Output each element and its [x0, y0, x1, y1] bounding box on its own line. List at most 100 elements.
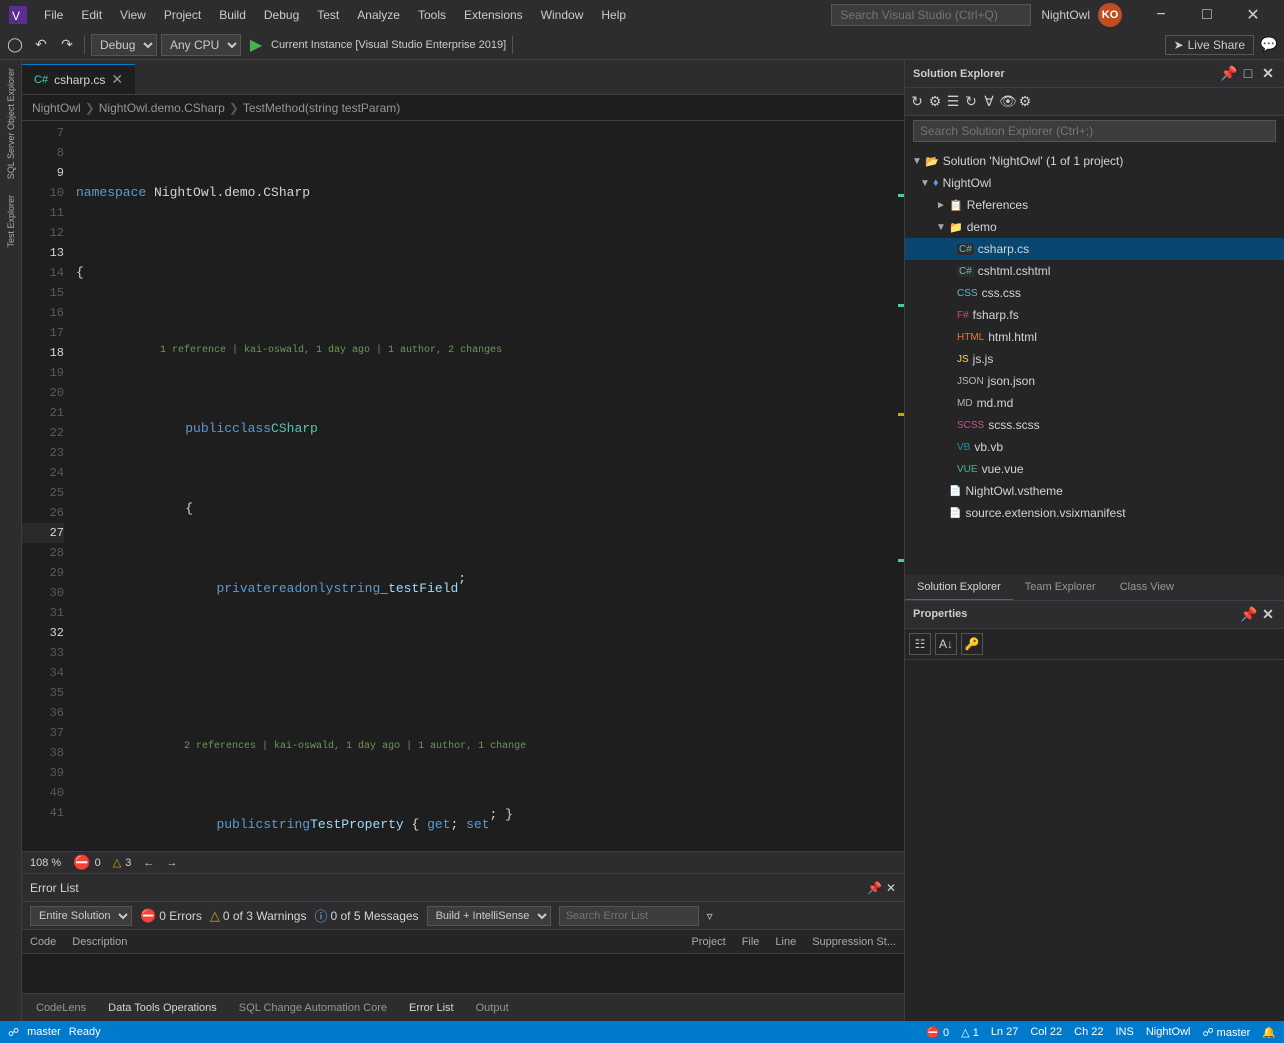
menu-debug[interactable]: Debug	[256, 6, 307, 24]
tab-csharp-cs[interactable]: C# csharp.cs ✕	[22, 64, 135, 94]
props-close-icon[interactable]: ✕	[1260, 606, 1276, 623]
app-name: NightOwl	[1146, 1026, 1191, 1038]
tab-solution-explorer[interactable]: Solution Explorer	[905, 575, 1013, 600]
tree-vsixmanifest[interactable]: 📄 source.extension.vsixmanifest	[905, 502, 1284, 524]
nav-back-icon[interactable]: ←	[143, 857, 154, 869]
warnings-badge[interactable]: △ 0 of 3 Warnings	[210, 908, 307, 924]
tree-html[interactable]: HTML html.html	[905, 326, 1284, 348]
props-categorized-btn[interactable]: ☷	[909, 633, 931, 655]
expand-icon[interactable]: □	[1240, 65, 1256, 82]
test-explorer-tab[interactable]: Test Explorer	[4, 187, 18, 256]
demo-label: demo	[967, 220, 997, 234]
tree-js[interactable]: JS js.js	[905, 348, 1284, 370]
sol-refresh-icon[interactable]: ↻	[963, 93, 979, 110]
warning-status-icon: △ 1	[961, 1026, 979, 1039]
menu-project[interactable]: Project	[156, 6, 209, 24]
menu-test[interactable]: Test	[309, 6, 347, 24]
error-search-input[interactable]	[559, 906, 699, 926]
run-button[interactable]: ▶	[245, 34, 267, 56]
tab-error-list[interactable]: Error List	[399, 998, 464, 1018]
menu-tools[interactable]: Tools	[410, 6, 454, 24]
errors-icon: ⛔	[140, 908, 156, 924]
pin-icon[interactable]: 📌	[867, 881, 882, 895]
live-share-button[interactable]: ➤ Live Share	[1165, 35, 1254, 55]
tree-vstheme[interactable]: 📄 NightOwl.vstheme	[905, 480, 1284, 502]
tree-csharp-cs[interactable]: C# csharp.cs	[905, 238, 1284, 260]
nav-forward-icon[interactable]: →	[166, 857, 177, 869]
props-header-icons: 📌 ✕	[1240, 606, 1276, 623]
tree-md[interactable]: MD md.md	[905, 392, 1284, 414]
redo-button[interactable]: ↷	[56, 34, 78, 56]
tab-sql-change[interactable]: SQL Change Automation Core	[229, 998, 397, 1018]
sol-filter-icon[interactable]: ☰	[945, 93, 961, 110]
editor-scrollbar[interactable]	[890, 121, 904, 851]
menu-analyze[interactable]: Analyze	[349, 6, 408, 24]
menu-help[interactable]: Help	[593, 6, 634, 24]
menu-view[interactable]: View	[112, 6, 154, 24]
menu-build[interactable]: Build	[211, 6, 254, 24]
undo-button[interactable]: ↶	[30, 34, 52, 56]
sol-sync-icon[interactable]: ↻	[909, 93, 925, 110]
tree-vb[interactable]: VB vb.vb	[905, 436, 1284, 458]
sol-props-icon[interactable]: ⚙	[927, 93, 943, 110]
filter-icon[interactable]: ▿	[707, 909, 713, 923]
menu-extensions[interactable]: Extensions	[456, 6, 531, 24]
restore-button[interactable]: □	[1184, 0, 1230, 30]
messages-icon: ⓘ	[314, 906, 327, 925]
tree-references[interactable]: ► 📋 References	[905, 194, 1284, 216]
props-pin-icon[interactable]: 📌	[1240, 606, 1256, 623]
tab-close-button[interactable]: ✕	[111, 71, 123, 88]
tab-codelens[interactable]: CodeLens	[26, 998, 96, 1018]
code-editor[interactable]: 7 8 9 10 11 12 13 14 15 16 17 18 19 20 2…	[22, 121, 904, 851]
errors-badge[interactable]: ⛔ 0 Errors	[140, 908, 202, 924]
properties-panel: Properties 📌 ✕ ☷ A↓ 🔑	[905, 601, 1284, 1022]
tab-data-tools[interactable]: Data Tools Operations	[98, 998, 227, 1018]
build-dropdown[interactable]: Build + IntelliSense	[427, 906, 551, 926]
scope-dropdown[interactable]: Entire Solution	[30, 906, 132, 926]
tree-css[interactable]: CSS css.css	[905, 282, 1284, 304]
tree-vue[interactable]: VUE vue.vue	[905, 458, 1284, 480]
menu-window[interactable]: Window	[533, 6, 592, 24]
tab-team-explorer[interactable]: Team Explorer	[1013, 575, 1108, 600]
props-key-icon[interactable]: 🔑	[961, 633, 983, 655]
menu-file[interactable]: File	[36, 6, 71, 24]
platform-dropdown[interactable]: Any CPU	[161, 34, 241, 56]
error-indicator[interactable]: ⛔ 0	[73, 854, 101, 871]
tree-nightowl[interactable]: ▼ ♦ NightOwl	[905, 172, 1284, 194]
menu-search-input[interactable]	[831, 4, 1031, 26]
code-content[interactable]: namespace NightOwl.demo.CSharp { 1 refer…	[72, 121, 890, 851]
tree-demo-folder[interactable]: ▼ 📁 demo	[905, 216, 1284, 238]
tab-class-view[interactable]: Class View	[1108, 575, 1186, 600]
main-layout: SQL Server Object Explorer Test Explorer…	[0, 60, 1284, 1021]
messages-badge[interactable]: ⓘ 0 of 5 Messages	[314, 906, 418, 925]
close-panel-icon[interactable]: ✕	[886, 881, 896, 895]
tree-cshtml[interactable]: C# cshtml.cshtml	[905, 260, 1284, 282]
solution-search-input[interactable]	[913, 120, 1276, 142]
tab-output[interactable]: Output	[466, 998, 519, 1018]
col-description: Description	[72, 936, 127, 948]
warning-indicator[interactable]: △ 3	[113, 856, 132, 869]
menu-edit[interactable]: Edit	[73, 6, 110, 24]
tree-scss[interactable]: SCSS scss.scss	[905, 414, 1284, 436]
user-avatar[interactable]: KO	[1098, 3, 1122, 27]
tree-fsharp[interactable]: F# fsharp.fs	[905, 304, 1284, 326]
sol-view-icon[interactable]: 👁	[999, 93, 1015, 110]
file-label-json: json.json	[988, 374, 1035, 388]
code-line-10: {	[72, 499, 890, 519]
pin-icon[interactable]: 📌	[1220, 65, 1236, 82]
close-icon[interactable]: ✕	[1260, 65, 1276, 82]
sql-server-tab[interactable]: SQL Server Object Explorer	[4, 60, 18, 187]
minimize-button[interactable]: −	[1138, 0, 1184, 30]
bell-icon: 🔔	[1262, 1026, 1276, 1039]
status-left: ☍ master Ready	[8, 1026, 101, 1039]
new-file-button[interactable]: ◯	[4, 34, 26, 56]
debug-config-dropdown[interactable]: Debug	[91, 34, 157, 56]
sol-settings-icon[interactable]: ⚙	[1017, 93, 1033, 110]
scss-icon: SCSS	[957, 420, 984, 431]
sol-collapse-icon[interactable]: ∀	[981, 93, 997, 110]
props-alphabetical-btn[interactable]: A↓	[935, 633, 957, 655]
close-button[interactable]: ✕	[1230, 0, 1276, 30]
vue-icon: VUE	[957, 464, 978, 475]
tree-json[interactable]: JSON json.json	[905, 370, 1284, 392]
feedback-button[interactable]: 💬	[1258, 34, 1280, 56]
